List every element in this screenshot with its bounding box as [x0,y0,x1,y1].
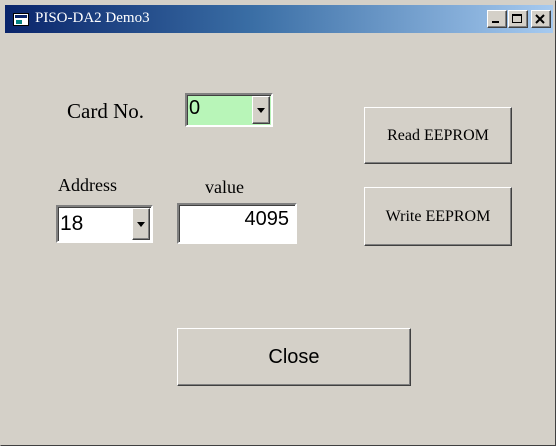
card-no-value: 0 [189,97,201,119]
address-combobox[interactable]: 18 [56,205,153,243]
card-no-label: Card No. [67,99,144,123]
maximize-icon [512,14,522,23]
close-icon [535,14,545,24]
minimize-button[interactable] [487,10,507,28]
card-no-combobox[interactable]: 0 [185,93,273,127]
app-icon [13,13,29,26]
value-text: 4095 [244,208,290,230]
main-window: PISO-DA2 Demo3 Card No. 0 Address 18 val… [0,0,556,446]
address-dropdown-button[interactable] [132,208,150,240]
maximize-button[interactable] [508,10,528,28]
read-eeprom-button[interactable]: Read EEPROM [364,107,512,164]
title-bar[interactable]: PISO-DA2 Demo3 [5,5,553,33]
value-input[interactable]: 4095 [177,203,297,244]
minimize-icon [492,21,499,23]
address-value: 18 [60,212,84,235]
close-window-button[interactable] [531,10,551,28]
close-button[interactable]: Close [177,328,411,386]
card-no-dropdown-button[interactable] [252,96,270,124]
chevron-down-icon [137,222,145,227]
chevron-down-icon [257,108,265,113]
write-eeprom-button[interactable]: Write EEPROM [364,187,512,246]
address-label: Address [58,175,117,195]
value-label: value [205,177,244,197]
window-title: PISO-DA2 Demo3 [35,10,150,26]
